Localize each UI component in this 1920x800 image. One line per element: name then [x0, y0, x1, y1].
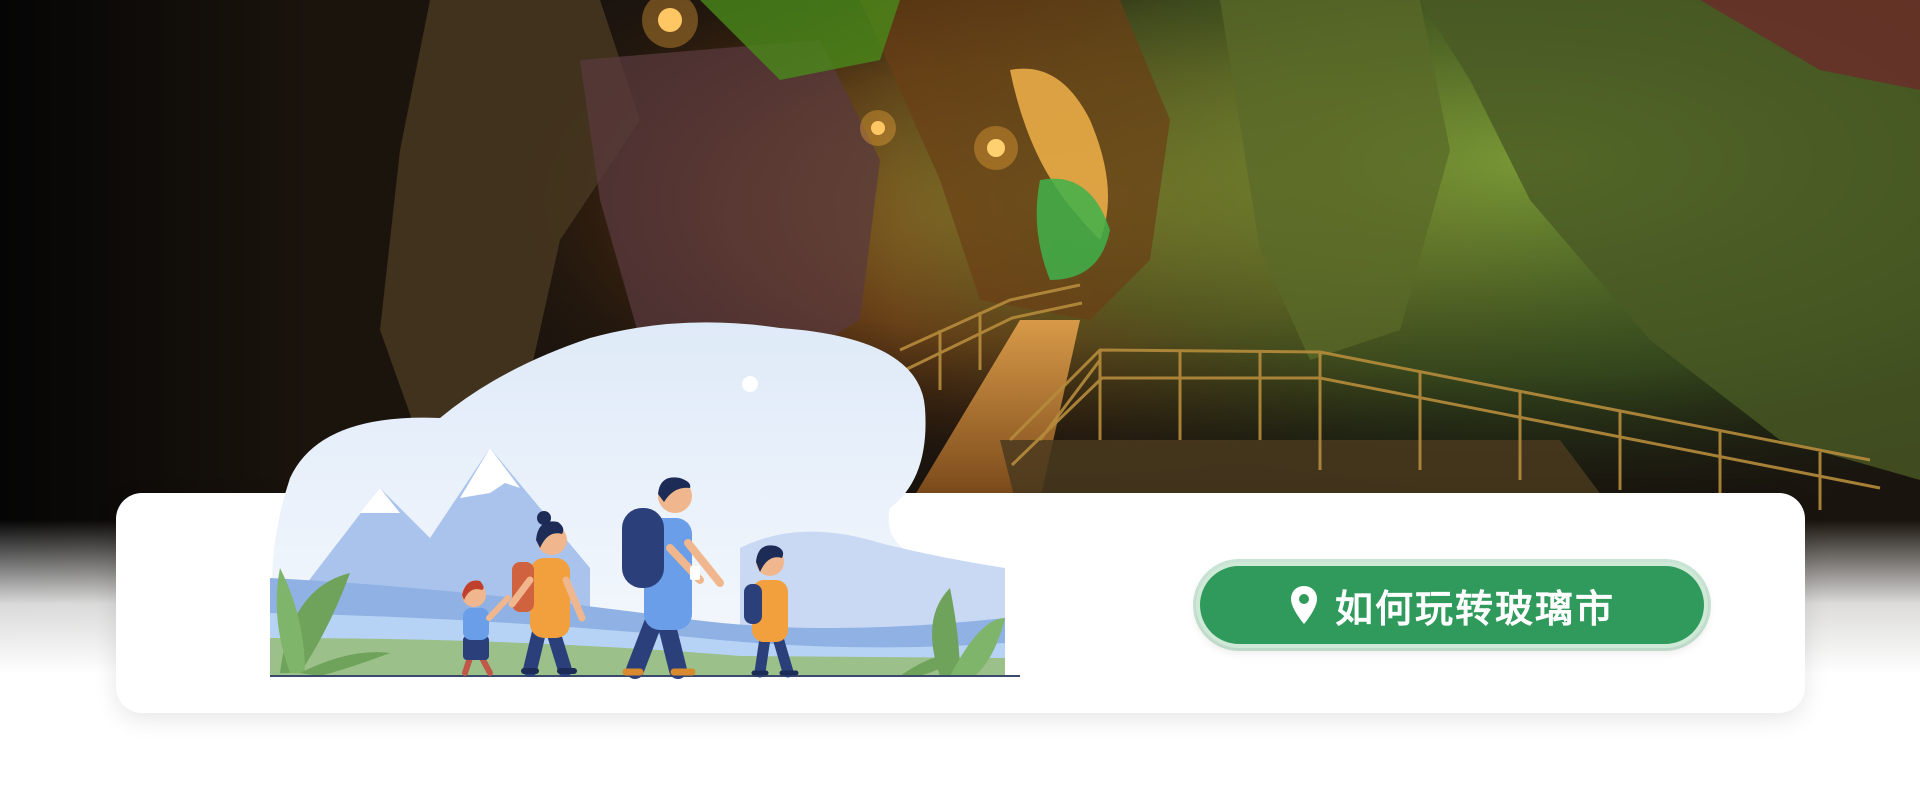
- how-to-explore-button[interactable]: 如何玩转玻璃市: [1196, 562, 1708, 648]
- how-to-explore-label: 如何玩转玻璃市: [1334, 586, 1615, 631]
- map-pin-icon: [1290, 586, 1317, 624]
- family-hiking-illustration: [270, 322, 1020, 679]
